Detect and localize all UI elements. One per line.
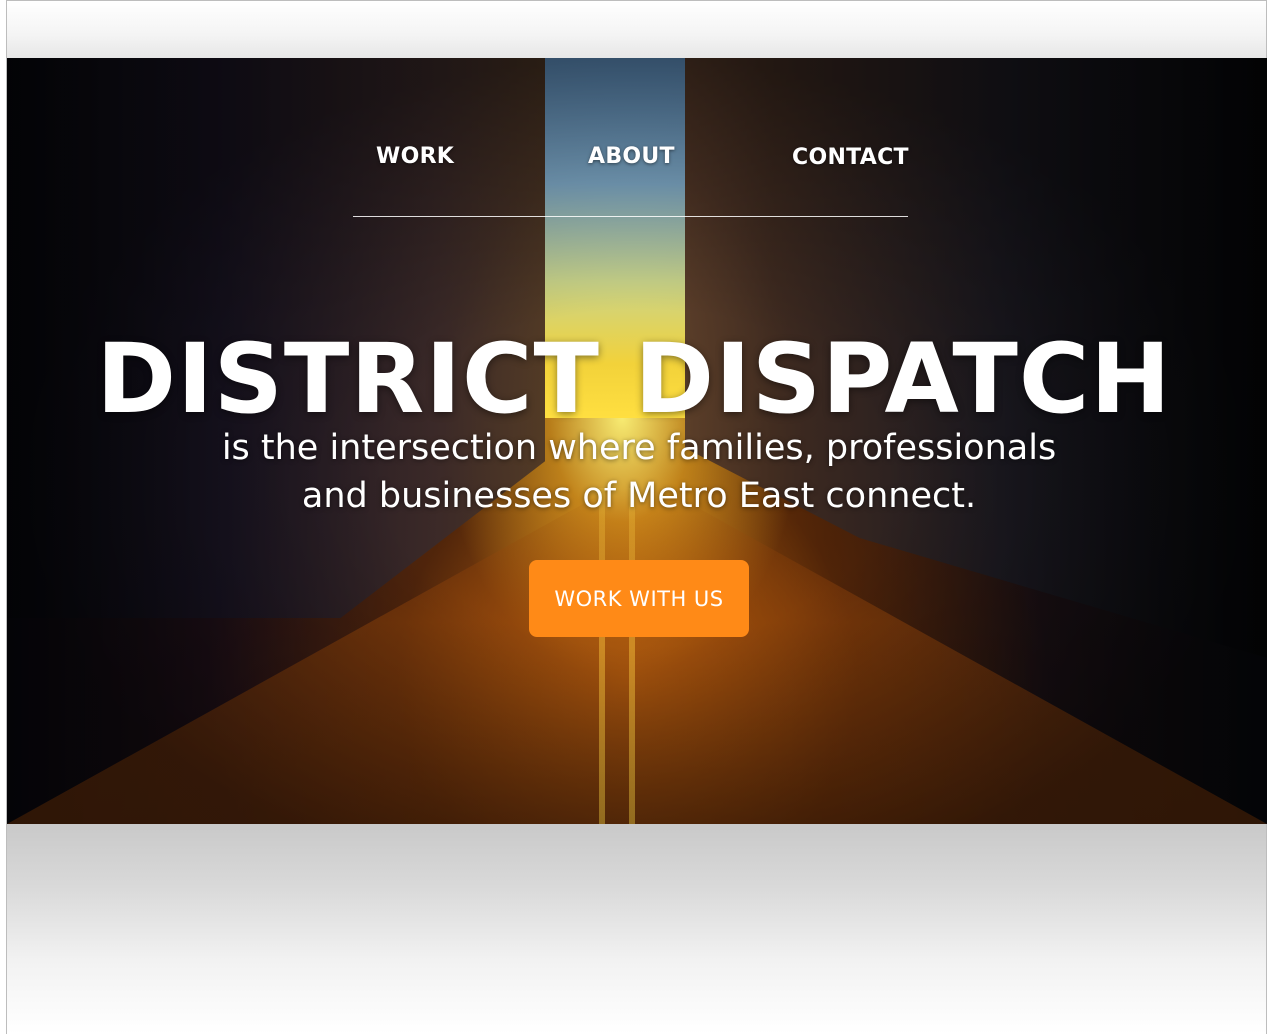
page-top-band [7, 1, 1266, 58]
nav-contact-link[interactable]: CONTACT [792, 145, 909, 170]
nav-about-link[interactable]: ABOUT [588, 144, 675, 169]
hero-title: DISTRICT DISPATCH [96, 323, 1172, 435]
work-with-us-button[interactable]: WORK WITH US [529, 560, 749, 637]
page-bottom-band [7, 824, 1266, 1034]
nav-work-link[interactable]: WORK [376, 144, 454, 169]
nav-divider [353, 216, 908, 217]
main-nav: WORK ABOUT CONTACT [353, 136, 909, 218]
hero-tagline: is the intersection where families, prof… [221, 428, 1057, 516]
